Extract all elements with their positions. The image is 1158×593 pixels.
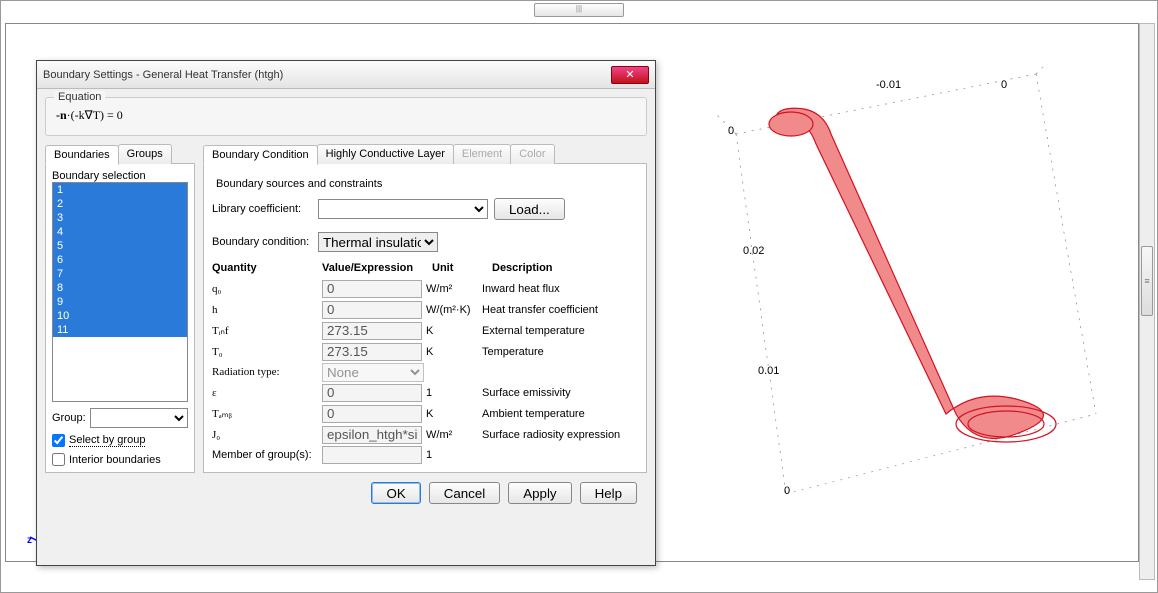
model-3d-view[interactable]: -0.01 0 0 0.02 0.01 0 (676, 54, 1126, 554)
radiation-type-label: Radiation type: (212, 366, 322, 378)
equation-legend: Equation (54, 91, 105, 103)
list-item[interactable]: 8 (53, 281, 187, 295)
list-item[interactable]: 7 (53, 267, 187, 281)
group-label: Group: (52, 412, 86, 424)
tab-color[interactable]: Color (510, 144, 554, 164)
library-coefficient-label: Library coefficient: (212, 203, 312, 215)
y-tick: 0.01 (758, 365, 779, 377)
dialog-titlebar[interactable]: Boundary Settings - General Heat Transfe… (37, 61, 655, 89)
list-item[interactable]: 9 (53, 295, 187, 309)
boundary-condition-panel: Boundary sources and constraints Library… (203, 163, 647, 473)
quantity-row: ε 1Surface emissivity (212, 382, 638, 403)
quantity-symbol: Tᵢₙf (212, 324, 322, 337)
x-tick: -0.01 (876, 79, 901, 91)
close-icon[interactable]: ✕ (611, 66, 649, 84)
library-coefficient-select[interactable] (318, 199, 488, 219)
interior-boundaries-checkbox[interactable] (52, 453, 65, 466)
quantity-value-input[interactable] (322, 301, 422, 319)
boundary-selection-label: Boundary selection (52, 170, 188, 182)
y-tick: 0.02 (743, 245, 764, 257)
x-tick: 0 (1001, 79, 1007, 91)
quantity-description: Ambient temperature (482, 408, 638, 420)
quantity-row: q₀ W/m²Inward heat flux (212, 278, 638, 299)
quantity-row: h W/(m²·K)Heat transfer coefficient (212, 299, 638, 320)
quantity-description: External temperature (482, 325, 638, 337)
quantity-row: Tᵢₙf KExternal temperature (212, 320, 638, 341)
quantity-unit: 1 (422, 387, 482, 399)
load-button[interactable]: Load... (494, 198, 565, 220)
select-by-group-label: Select by group (69, 434, 145, 447)
tab-boundaries[interactable]: Boundaries (45, 145, 119, 165)
radiation-type-select[interactable]: None (322, 363, 424, 382)
y-tick: 0 (728, 125, 734, 137)
quantity-symbol: q₀ (212, 283, 322, 295)
ok-button[interactable]: OK (371, 482, 420, 504)
quantity-value-input[interactable] (322, 343, 422, 361)
list-item[interactable]: 3 (53, 211, 187, 225)
boundary-condition-select[interactable]: Thermal insulation (318, 232, 438, 252)
bc-subheading: Boundary sources and constraints (216, 178, 638, 190)
quantity-description: Surface emissivity (482, 387, 638, 399)
right-scrollbar[interactable] (1139, 23, 1155, 580)
left-tab-panel: Boundary selection 1234567891011 Group: … (45, 163, 195, 473)
quantity-unit: W/m² (422, 429, 482, 441)
help-button[interactable]: Help (580, 482, 637, 504)
tab-element[interactable]: Element (453, 144, 511, 164)
quantity-unit: K (422, 346, 482, 358)
select-by-group-checkbox[interactable] (52, 434, 65, 447)
dialog-button-row: OK Cancel Apply Help (45, 474, 647, 504)
quantity-value-input[interactable] (322, 280, 422, 298)
quantity-value-input[interactable] (322, 405, 422, 423)
equation-group: Equation -n·(-k∇T) = 0 (45, 97, 647, 136)
list-item[interactable]: 1 (53, 183, 187, 197)
quantity-symbol: ε (212, 387, 322, 399)
quantity-grid-header: Quantity Value/Expression Unit Descripti… (212, 262, 638, 274)
quantity-unit: W/m² (422, 283, 482, 295)
boundary-settings-dialog: Boundary Settings - General Heat Transfe… (36, 60, 656, 566)
list-item[interactable]: 6 (53, 253, 187, 267)
list-item[interactable]: 11 (53, 323, 187, 337)
quantity-description: Inward heat flux (482, 283, 638, 295)
cancel-button[interactable]: Cancel (429, 482, 501, 504)
quantity-description: Temperature (482, 346, 638, 358)
quantity-description: Surface radiosity expression (482, 429, 638, 441)
boundary-selection-list[interactable]: 1234567891011 (52, 182, 188, 402)
tab-highly-conductive-layer[interactable]: Highly Conductive Layer (317, 144, 454, 164)
quantity-row: J₀ W/m²Surface radiosity expression (212, 424, 638, 445)
quantity-description: Heat transfer coefficient (482, 304, 638, 316)
quantity-symbol: Tₐₘᵦ (212, 407, 322, 420)
equation-text: -n·(-k∇T) = 0 (56, 108, 636, 123)
list-item[interactable]: 5 (53, 239, 187, 253)
quantity-unit: K (422, 408, 482, 420)
quantity-symbol: h (212, 304, 322, 316)
list-item[interactable]: 10 (53, 309, 187, 323)
list-item[interactable]: 2 (53, 197, 187, 211)
list-item[interactable]: 4 (53, 225, 187, 239)
quantity-row: Tₐₘᵦ KAmbient temperature (212, 403, 638, 424)
tab-boundary-condition[interactable]: Boundary Condition (203, 145, 318, 165)
quantity-symbol: T₀ (212, 346, 322, 358)
quantity-unit: W/(m²·K) (422, 304, 482, 316)
tab-groups[interactable]: Groups (118, 144, 172, 164)
right-tab-strip: Boundary Condition Highly Conductive Lay… (203, 144, 647, 164)
group-select[interactable] (90, 408, 188, 428)
viewport-panel: y z x -0.01 0 0 0.02 0.01 0 (5, 23, 1139, 562)
dialog-title: Boundary Settings - General Heat Transfe… (43, 69, 283, 81)
member-of-groups-label: Member of group(s): (212, 449, 322, 461)
apply-button[interactable]: Apply (508, 482, 571, 504)
quantity-value-input[interactable] (322, 384, 422, 402)
member-of-groups-input[interactable] (322, 446, 422, 464)
member-of-groups-unit: 1 (422, 449, 482, 461)
y-tick: 0 (784, 485, 790, 497)
quantity-value-input[interactable] (322, 322, 422, 340)
quantity-unit: K (422, 325, 482, 337)
quantity-value-input[interactable] (322, 426, 422, 444)
left-tab-strip: Boundaries Groups (45, 144, 195, 164)
quantity-symbol: J₀ (212, 429, 322, 441)
boundary-condition-label: Boundary condition: (212, 236, 312, 248)
quantity-row: T₀ KTemperature (212, 341, 638, 362)
top-scrollbar-grip[interactable]: ||| (534, 3, 624, 17)
scrollbar-thumb[interactable] (1141, 246, 1153, 316)
interior-boundaries-label: Interior boundaries (69, 454, 161, 466)
